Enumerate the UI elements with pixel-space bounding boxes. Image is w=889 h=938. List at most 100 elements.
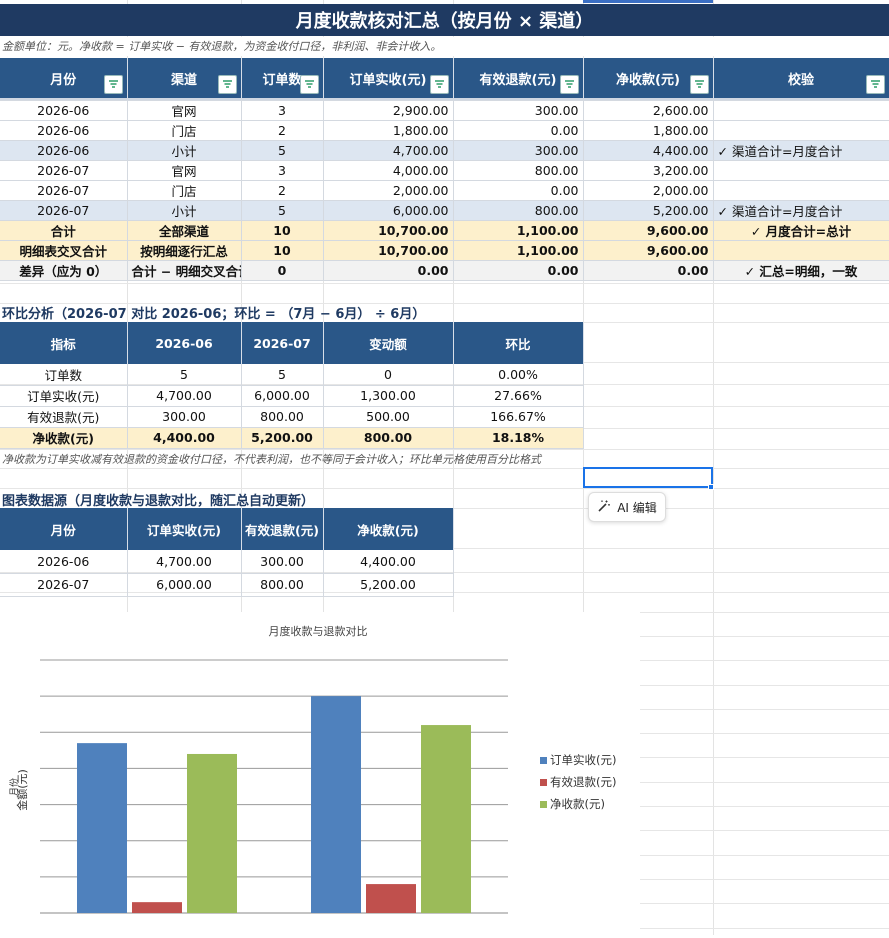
table-cell[interactable]: 差异（应为 0） [0, 260, 128, 281]
filter-icon[interactable] [217, 75, 237, 94]
table-cell[interactable]: 2026-07 [0, 573, 128, 597]
table-cell[interactable] [713, 100, 889, 121]
column-header[interactable]: 净收款(元) [323, 508, 454, 550]
table-cell[interactable]: 2,600.00 [583, 100, 714, 121]
table-cell[interactable]: 按明细逐行汇总 [127, 240, 242, 261]
table-cell[interactable]: 800.00 [453, 200, 584, 221]
column-header[interactable]: 变动额 [323, 322, 454, 364]
table-cell[interactable]: 5 [241, 140, 324, 161]
table-cell[interactable]: 9,600.00 [583, 240, 714, 261]
table-cell[interactable]: ✓ 渠道合计=月度合计 [713, 140, 889, 161]
column-header[interactable]: 月份 [0, 58, 128, 98]
table-cell[interactable]: 5,200.00 [241, 427, 324, 449]
table-cell[interactable]: 0.00 [453, 180, 584, 201]
column-header[interactable]: 订单实收(元) [127, 508, 242, 550]
legend-label[interactable]: 净收款(元) [550, 797, 605, 811]
filter-icon[interactable] [429, 75, 449, 94]
table-cell[interactable]: 2,000.00 [323, 180, 454, 201]
table-cell[interactable]: 0.00 [453, 260, 584, 281]
table-cell[interactable]: 1,300.00 [323, 385, 454, 407]
filter-icon[interactable] [865, 75, 885, 94]
table-cell[interactable]: ✓ 月度合计=总计 [713, 220, 889, 241]
table-cell[interactable]: 5 [241, 200, 324, 221]
table-cell[interactable]: 官网 [127, 100, 242, 121]
table-cell[interactable]: 2026-06 [0, 550, 128, 574]
legend-swatch[interactable] [540, 779, 547, 786]
table-cell[interactable]: 0 [241, 260, 324, 281]
column-header[interactable]: 订单实收(元) [323, 58, 454, 98]
table-cell[interactable] [713, 240, 889, 261]
table-cell[interactable]: 10,700.00 [323, 220, 454, 241]
table-cell[interactable]: 4,400.00 [583, 140, 714, 161]
table-cell[interactable]: 18.18% [453, 427, 584, 449]
column-header[interactable]: 订单数 [241, 58, 324, 98]
table-cell[interactable]: 5 [127, 364, 242, 386]
table-cell[interactable]: 6,000.00 [323, 200, 454, 221]
table-cell[interactable]: 300.00 [453, 100, 584, 121]
table-cell[interactable]: 9,600.00 [583, 220, 714, 241]
table-cell[interactable]: 全部渠道 [127, 220, 242, 241]
table-cell[interactable]: 2026-07 [0, 200, 128, 221]
column-header[interactable]: 2026-06 [127, 322, 242, 364]
table-cell[interactable]: 明细表交叉合计 [0, 240, 128, 261]
table-cell[interactable]: 官网 [127, 160, 242, 181]
table-cell[interactable]: 166.67% [453, 406, 584, 428]
table-cell[interactable]: 10,700.00 [323, 240, 454, 261]
table-cell[interactable]: 2026-06 [0, 120, 128, 141]
legend-label[interactable]: 有效退款(元) [550, 775, 616, 789]
table-cell[interactable]: 1,100.00 [453, 240, 584, 261]
table-cell[interactable]: 300.00 [241, 550, 324, 574]
selected-cell[interactable] [583, 467, 713, 488]
table-cell[interactable]: 800.00 [241, 406, 324, 428]
table-cell[interactable]: 800.00 [453, 160, 584, 181]
table-cell[interactable]: 4,000.00 [323, 160, 454, 181]
table-cell[interactable]: 订单数 [0, 364, 128, 386]
table-cell[interactable]: 5,200.00 [323, 573, 454, 597]
table-cell[interactable]: 4,400.00 [323, 550, 454, 574]
table-cell[interactable]: 0.00 [323, 260, 454, 281]
table-cell[interactable]: 2 [241, 120, 324, 141]
table-cell[interactable]: 300.00 [127, 406, 242, 428]
table-cell[interactable]: 6,000.00 [241, 385, 324, 407]
column-header[interactable]: 有效退款(元) [241, 508, 324, 550]
table-cell[interactable]: 小计 [127, 200, 242, 221]
table-cell[interactable]: 4,700.00 [127, 385, 242, 407]
column-header[interactable]: 有效退款(元) [453, 58, 584, 98]
table-cell[interactable] [713, 180, 889, 201]
table-cell[interactable]: 门店 [127, 180, 242, 201]
table-cell[interactable]: 有效退款(元) [0, 406, 128, 428]
bar-3-1[interactable] [187, 753, 237, 913]
filter-icon[interactable] [559, 75, 579, 94]
table-cell[interactable]: 净收款(元) [0, 427, 128, 449]
column-header[interactable]: 月份 [0, 508, 128, 550]
table-cell[interactable]: 2026-07 [0, 160, 128, 181]
table-cell[interactable]: 300.00 [453, 140, 584, 161]
column-header[interactable]: 净收款(元) [583, 58, 714, 98]
table-cell[interactable]: 10 [241, 220, 324, 241]
table-cell[interactable]: 3 [241, 100, 324, 121]
table-cell[interactable]: 4,400.00 [127, 427, 242, 449]
table-cell[interactable]: 5,200.00 [583, 200, 714, 221]
table-cell[interactable]: 800.00 [323, 427, 454, 449]
table-cell[interactable]: ✓ 渠道合计=月度合计 [713, 200, 889, 221]
table-cell[interactable]: 2026-06 [0, 140, 128, 161]
table-cell[interactable]: 门店 [127, 120, 242, 141]
table-cell[interactable]: 1,800.00 [323, 120, 454, 141]
bar-2-1[interactable] [132, 902, 182, 913]
column-header[interactable]: 环比 [453, 322, 584, 364]
table-cell[interactable]: 500.00 [323, 406, 454, 428]
filter-icon[interactable] [689, 75, 709, 94]
table-cell[interactable] [713, 160, 889, 181]
table-cell[interactable]: 合计 [0, 220, 128, 241]
column-header[interactable]: 渠道 [127, 58, 242, 98]
table-cell[interactable]: 2 [241, 180, 324, 201]
table-cell[interactable]: 0 [323, 364, 454, 386]
table-cell[interactable]: 2,900.00 [323, 100, 454, 121]
legend-swatch[interactable] [540, 801, 547, 808]
table-cell[interactable]: 0.00 [453, 120, 584, 141]
table-cell[interactable]: 小计 [127, 140, 242, 161]
table-cell[interactable]: 2026-07 [0, 180, 128, 201]
table-cell[interactable]: 合计 − 明细交叉合计 [127, 260, 242, 281]
fill-handle[interactable] [708, 484, 714, 490]
table-cell[interactable]: 10 [241, 240, 324, 261]
